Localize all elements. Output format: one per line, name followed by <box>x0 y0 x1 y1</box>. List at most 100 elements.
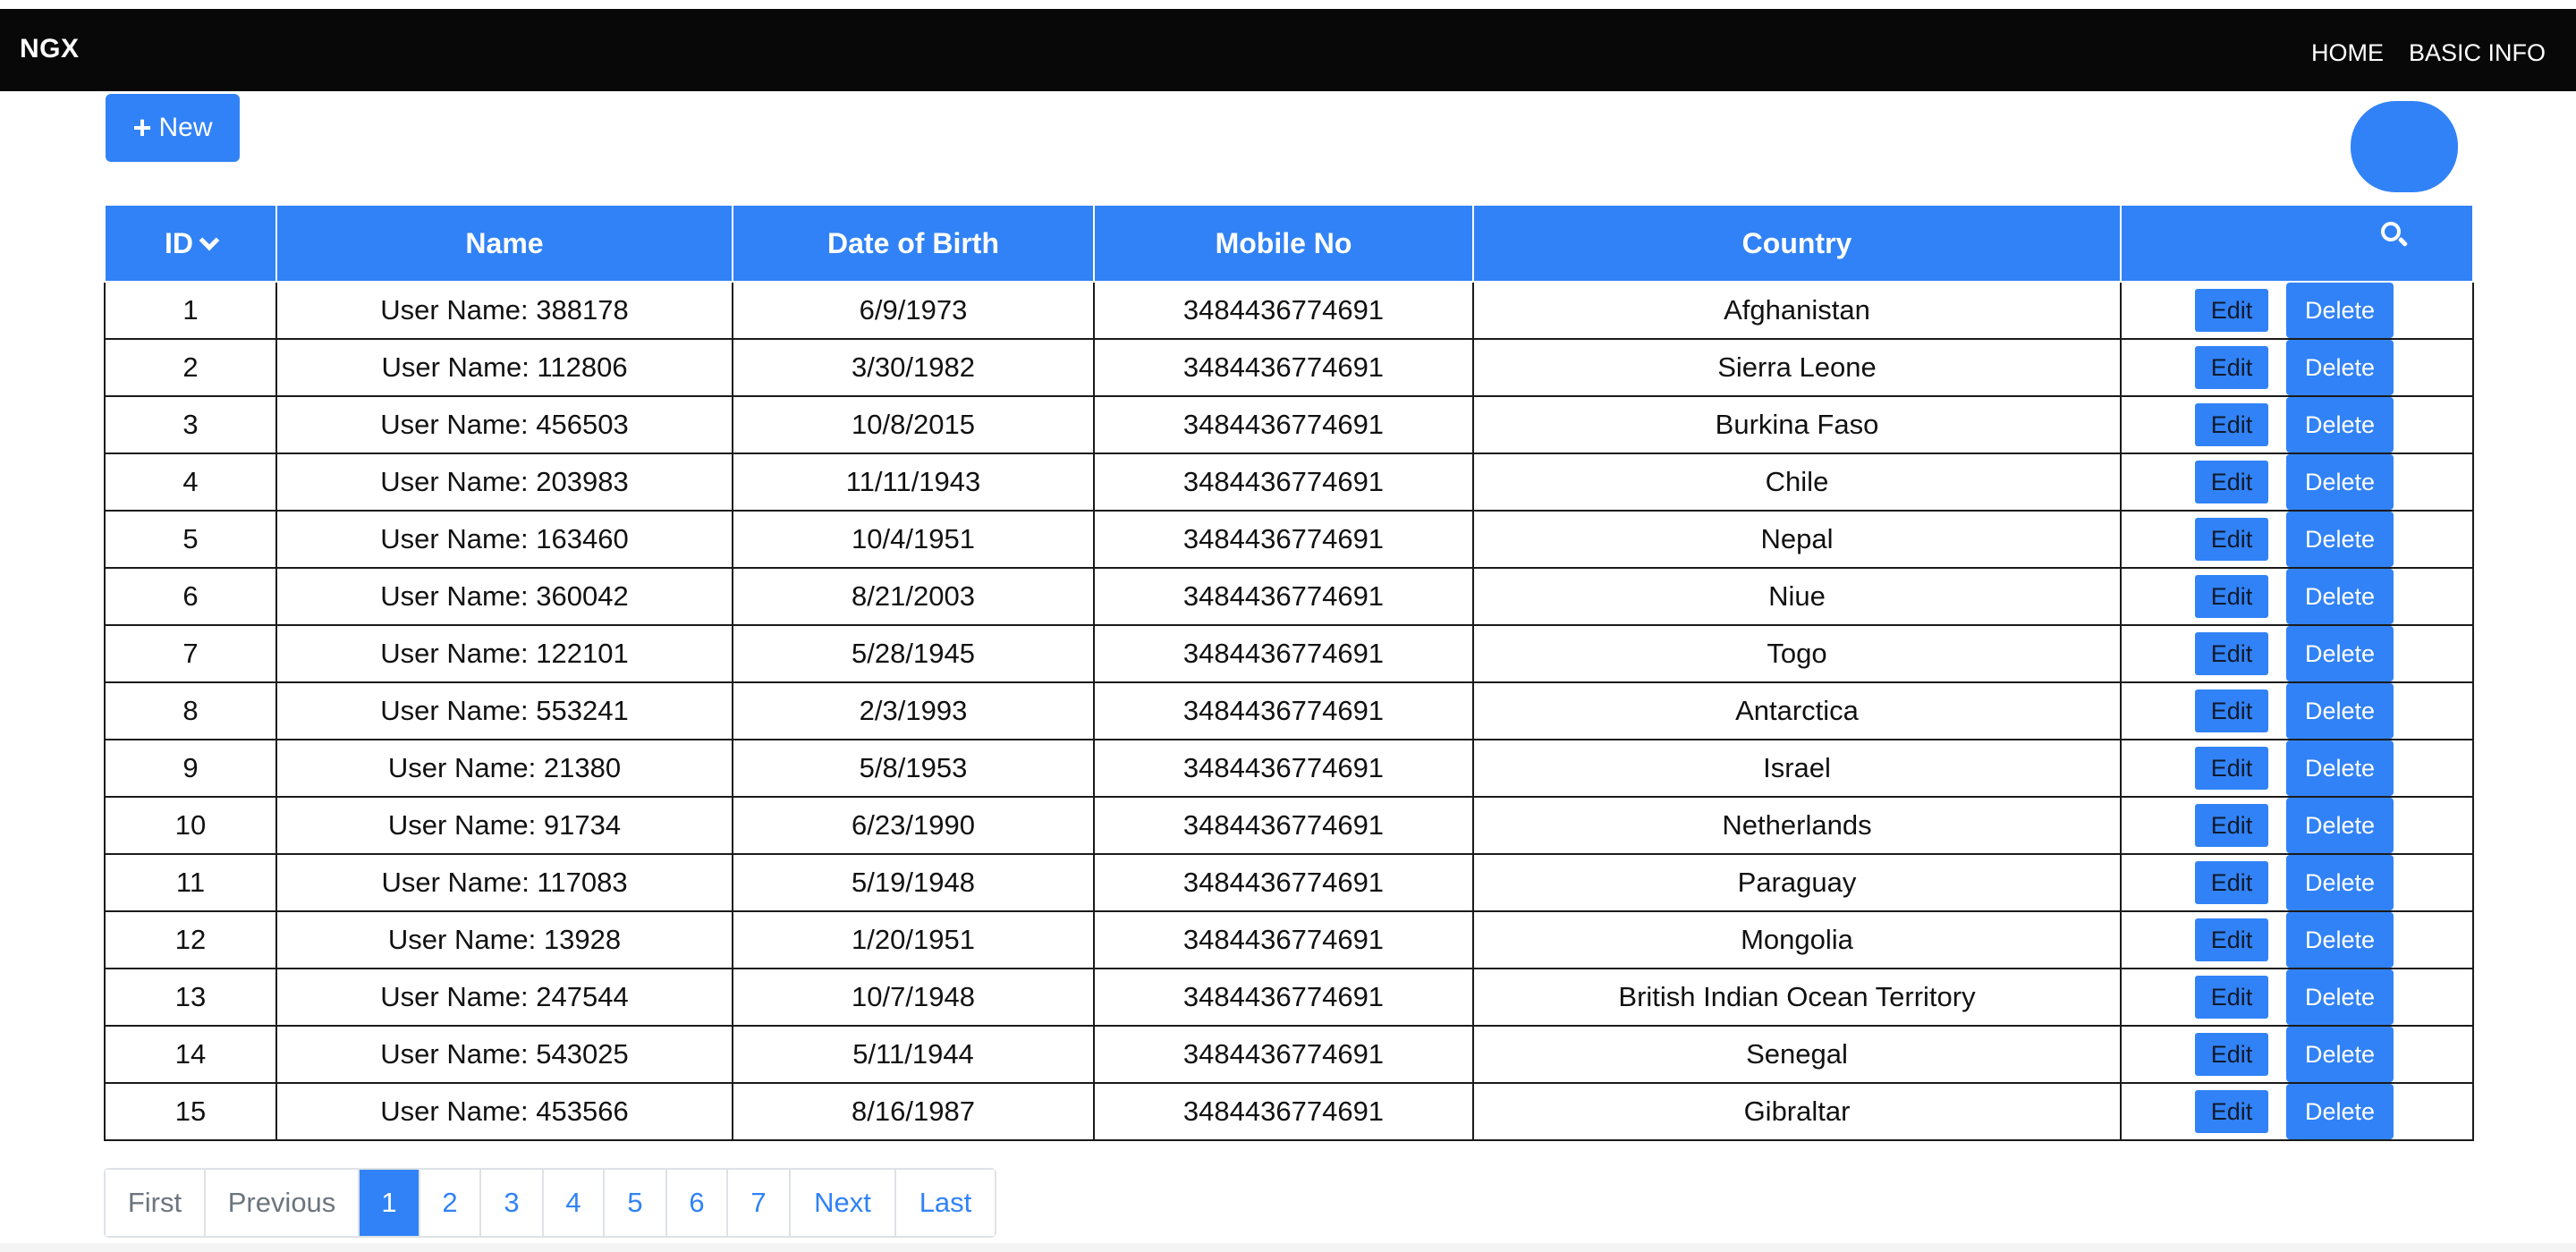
users-table: ID Name Date of Birth Mobile No Country … <box>104 204 2474 1141</box>
delete-button[interactable]: Delete <box>2286 512 2394 567</box>
delete-button[interactable]: Delete <box>2286 283 2394 338</box>
table-body: 1 User Name: 388178 6/9/1973 3484436774691 A… <box>104 281 2474 1141</box>
cell-country: Togo <box>1472 624 2122 683</box>
delete-button[interactable]: Delete <box>2286 855 2394 910</box>
delete-button[interactable]: Delete <box>2286 798 2394 853</box>
cell-country: Niue <box>1472 567 2122 626</box>
nav-link-basic-info[interactable]: BASIC INFO <box>2409 39 2546 67</box>
cell-actions: Edit Delete <box>2120 1082 2474 1141</box>
cell-country: Israel <box>1472 739 2122 798</box>
cell-mobile: 3484436774691 <box>1093 1082 1474 1141</box>
cell-dob: 1/20/1951 <box>732 910 1095 969</box>
edit-button[interactable]: Edit <box>2195 632 2268 675</box>
table-header-row: ID Name Date of Birth Mobile No Country <box>104 204 2474 283</box>
cell-country: Senegal <box>1472 1025 2122 1084</box>
table-row: 14 User Name: 543025 5/11/1944 348443677469… <box>104 1025 2474 1084</box>
cell-country: Mongolia <box>1472 910 2122 969</box>
search-icon[interactable] <box>2381 222 2409 249</box>
edit-button[interactable]: Edit <box>2195 1090 2268 1133</box>
pagination-page-1[interactable]: 1 <box>360 1170 420 1236</box>
edit-button[interactable]: Edit <box>2195 346 2268 389</box>
chevron-down-icon <box>199 230 220 250</box>
header-id[interactable]: ID <box>104 204 277 283</box>
table-row: 8 User Name: 553241 2/3/1993 3484436774691 A… <box>104 681 2474 740</box>
table-row: 10 User Name: 91734 6/23/1990 3484436774691… <box>104 796 2474 855</box>
cell-actions: Edit Delete <box>2120 796 2474 855</box>
pagination-previous[interactable]: Previous <box>206 1170 360 1236</box>
table-row: 9 User Name: 21380 5/8/1953 3484436774691 Is… <box>104 739 2474 798</box>
header-mobile: Mobile No <box>1093 204 1474 283</box>
table-row: 7 User Name: 122101 5/28/1945 3484436774691… <box>104 624 2474 683</box>
delete-button[interactable]: Delete <box>2286 454 2394 510</box>
pagination-last[interactable]: Last <box>896 1170 995 1236</box>
cell-mobile: 3484436774691 <box>1093 796 1474 855</box>
edit-button[interactable]: Edit <box>2195 861 2268 904</box>
cell-dob: 10/7/1948 <box>732 968 1095 1027</box>
delete-button[interactable]: Delete <box>2286 340 2394 395</box>
cell-mobile: 3484436774691 <box>1093 453 1474 512</box>
cell-name: User Name: 21380 <box>275 739 733 798</box>
cell-actions: Edit Delete <box>2120 624 2474 683</box>
cell-mobile: 3484436774691 <box>1093 910 1474 969</box>
cell-name: User Name: 163460 <box>275 510 733 569</box>
edit-button[interactable]: Edit <box>2195 461 2268 503</box>
cell-country: Burkina Faso <box>1472 395 2122 454</box>
table-row: 12 User Name: 13928 1/20/1951 3484436774691… <box>104 910 2474 969</box>
cell-dob: 5/28/1945 <box>732 624 1095 683</box>
cell-id: 12 <box>104 910 277 969</box>
delete-button[interactable]: Delete <box>2286 397 2394 453</box>
cell-id: 8 <box>104 681 277 740</box>
delete-button[interactable]: Delete <box>2286 1084 2394 1139</box>
cell-dob: 8/16/1987 <box>732 1082 1095 1141</box>
delete-button[interactable]: Delete <box>2286 1027 2394 1082</box>
pagination-next[interactable]: Next <box>791 1170 896 1236</box>
edit-button[interactable]: Edit <box>2195 804 2268 847</box>
pagination: First Previous 1 2 3 4 5 6 7 Next Last <box>104 1168 996 1238</box>
pagination-page-2[interactable]: 2 <box>420 1170 481 1236</box>
pagination-page-5[interactable]: 5 <box>605 1170 667 1236</box>
nav-link-home[interactable]: HOME <box>2311 39 2384 67</box>
cell-country: Paraguay <box>1472 853 2122 912</box>
edit-button[interactable]: Edit <box>2195 918 2268 961</box>
cell-id: 1 <box>104 281 277 340</box>
cell-country: Afghanistan <box>1472 281 2122 340</box>
edit-button[interactable]: Edit <box>2195 689 2268 732</box>
edit-button[interactable]: Edit <box>2195 403 2268 446</box>
delete-button[interactable]: Delete <box>2286 912 2394 968</box>
cell-actions: Edit Delete <box>2120 968 2474 1027</box>
pagination-first[interactable]: First <box>106 1170 206 1236</box>
cell-actions: Edit Delete <box>2120 338 2474 397</box>
edit-button[interactable]: Edit <box>2195 575 2268 618</box>
plus-icon: + <box>132 109 152 146</box>
edit-button[interactable]: Edit <box>2195 518 2268 561</box>
cell-name: User Name: 117083 <box>275 853 733 912</box>
pagination-page-4[interactable]: 4 <box>544 1170 605 1236</box>
brand-logo[interactable]: NGX <box>20 34 80 64</box>
avatar[interactable] <box>2351 101 2458 192</box>
edit-button[interactable]: Edit <box>2195 1033 2268 1076</box>
delete-button[interactable]: Delete <box>2286 569 2394 624</box>
cell-country: Nepal <box>1472 510 2122 569</box>
pagination-page-6[interactable]: 6 <box>667 1170 728 1236</box>
table-row: 11 User Name: 117083 5/19/1948 348443677469… <box>104 853 2474 912</box>
delete-button[interactable]: Delete <box>2286 969 2394 1025</box>
pagination-page-3[interactable]: 3 <box>481 1170 544 1236</box>
cell-mobile: 3484436774691 <box>1093 624 1474 683</box>
cell-actions: Edit Delete <box>2120 567 2474 626</box>
cell-country: Chile <box>1472 453 2122 512</box>
cell-name: User Name: 360042 <box>275 567 733 626</box>
table-row: 13 User Name: 247544 10/7/1948 348443677469… <box>104 968 2474 1027</box>
delete-button[interactable]: Delete <box>2286 626 2394 681</box>
cell-country: Netherlands <box>1472 796 2122 855</box>
delete-button[interactable]: Delete <box>2286 740 2394 796</box>
cell-id: 10 <box>104 796 277 855</box>
delete-button[interactable]: Delete <box>2286 683 2394 739</box>
edit-button[interactable]: Edit <box>2195 976 2268 1019</box>
edit-button[interactable]: Edit <box>2195 289 2268 332</box>
cell-actions: Edit Delete <box>2120 1025 2474 1084</box>
pagination-page-7[interactable]: 7 <box>728 1170 791 1236</box>
cell-dob: 3/30/1982 <box>732 338 1095 397</box>
new-button[interactable]: + New <box>106 94 240 162</box>
cell-actions: Edit Delete <box>2120 681 2474 740</box>
edit-button[interactable]: Edit <box>2195 747 2268 790</box>
